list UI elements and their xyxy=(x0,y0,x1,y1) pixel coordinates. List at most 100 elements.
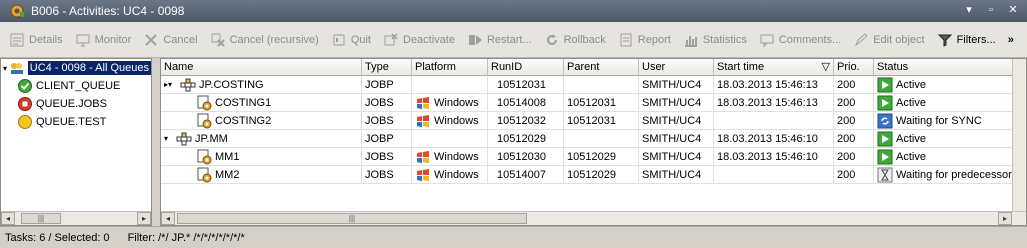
cell-prio: 200 xyxy=(834,148,874,166)
quit-button[interactable]: Quit xyxy=(328,28,374,52)
column-header-type[interactable]: Type xyxy=(362,59,412,76)
queues-icon xyxy=(10,63,23,74)
cell-start xyxy=(714,166,834,184)
restore-button[interactable]: ▫ xyxy=(983,3,999,18)
report-button[interactable]: Report xyxy=(615,28,674,52)
job-icon xyxy=(197,167,212,182)
expand-toggle[interactable]: ▸▾ xyxy=(164,76,178,93)
runid-value: 10514007 xyxy=(497,168,546,181)
cell-name: COSTING2 xyxy=(161,112,362,130)
toolbar-overflow-button[interactable]: » xyxy=(1005,28,1017,52)
toolbar-button-label: Details xyxy=(29,33,63,46)
toolbar-button-label: Quit xyxy=(350,33,371,46)
tree-item[interactable]: QUEUE.TEST xyxy=(1,113,151,131)
column-header-parent[interactable]: Parent xyxy=(564,59,639,76)
cell-user: SMITH/UC4 xyxy=(639,94,714,112)
parent-value: 10512029 xyxy=(567,150,616,163)
active-icon xyxy=(877,95,893,110)
grid-vertical-scrollbar[interactable] xyxy=(1012,59,1026,211)
scroll-thumb[interactable]: ||| xyxy=(21,213,61,224)
column-header-name[interactable]: Name xyxy=(161,59,362,76)
cell-type: JOBS xyxy=(362,94,412,112)
panel-splitter[interactable] xyxy=(152,58,160,226)
table-row[interactable]: COSTING2 JOBS Windows 10512032 10512031 SMITH… xyxy=(161,112,1014,130)
cancel-button[interactable]: Cancel xyxy=(140,28,200,52)
start-value: 18.03.2013 15:46:10 xyxy=(717,132,818,145)
sync-icon xyxy=(877,113,893,128)
column-header-platform[interactable]: Platform xyxy=(412,59,488,76)
edit-icon xyxy=(855,32,868,46)
grid-scroll-left-button[interactable]: ◂ xyxy=(161,212,175,225)
name-value: JP.MM xyxy=(195,132,228,145)
grid-scroll-right-button[interactable]: ▸ xyxy=(998,212,1012,225)
cancel-recursive-button[interactable]: Cancel (recursive) xyxy=(207,28,322,52)
filters-button[interactable]: Filters... xyxy=(934,28,999,52)
status-value: Active xyxy=(896,96,926,109)
runid-value: 10512032 xyxy=(497,114,546,127)
tree-item-label: CLIENT_QUEUE xyxy=(36,80,121,92)
tree-item[interactable]: QUEUE.JOBS xyxy=(1,95,151,113)
table-row[interactable]: ▾ JP.MM JOBP 10512029 SMITH/UC4 18.03.2013 15… xyxy=(161,130,1014,148)
workflow-icon xyxy=(176,132,192,145)
windows-icon xyxy=(417,96,429,109)
monitor-button[interactable]: Monitor xyxy=(72,28,135,52)
cell-status: Waiting for SYNC xyxy=(874,112,1014,130)
toolbar-button-label: Cancel xyxy=(163,33,198,46)
cancel-recursive-icon xyxy=(211,33,225,47)
restart-button[interactable]: Restart... xyxy=(464,28,535,52)
cell-parent: 10512031 xyxy=(564,94,639,112)
column-header-runid[interactable]: RunID xyxy=(488,59,564,76)
grid-scroll-thumb[interactable]: ||| xyxy=(177,213,527,224)
title-bar: B006 - Activities: UC4 - 0098 ▾ ▫ ✕ xyxy=(0,0,1027,22)
table-row[interactable]: COSTING1 JOBS Windows 10514008 10512031 SMITH… xyxy=(161,94,1014,112)
minimize-button[interactable]: ▾ xyxy=(961,3,977,18)
cell-user: SMITH/UC4 xyxy=(639,166,714,184)
prio-value: 200 xyxy=(837,78,856,91)
tree-item[interactable]: ▾ UC4 - 0098 - All Queues xyxy=(1,59,151,77)
cell-start xyxy=(714,112,834,130)
column-header-status[interactable]: Status xyxy=(874,59,1014,76)
job-icon xyxy=(197,149,212,164)
toolbar-button-label: Comments... xyxy=(778,33,842,46)
statistics-button[interactable]: Statistics xyxy=(680,28,750,52)
cell-user: SMITH/UC4 xyxy=(639,148,714,166)
scroll-right-button[interactable]: ▸ xyxy=(137,212,151,225)
deactivate-button[interactable]: Deactivate xyxy=(380,28,458,52)
parent-value: 10512031 xyxy=(567,114,616,127)
monitor-icon xyxy=(76,34,90,46)
cell-start: 18.03.2013 15:46:10 xyxy=(714,130,834,148)
column-header-user[interactable]: User xyxy=(639,59,714,76)
details-button[interactable]: Details xyxy=(6,28,66,52)
rollback-button[interactable]: Rollback xyxy=(541,28,609,52)
column-header-prio[interactable]: Prio. xyxy=(834,59,874,76)
yellow-circle-icon xyxy=(18,115,32,129)
table-row[interactable]: ▸▾ JP.COSTING JOBP 10512031 SMITH/UC4 18.03.2… xyxy=(161,76,1014,94)
cancel-icon xyxy=(145,33,158,46)
edit-object-button[interactable]: Edit object xyxy=(850,28,927,52)
grid-horizontal-scrollbar[interactable]: ◂ ||| ▸ xyxy=(161,211,1026,225)
prio-value: 200 xyxy=(837,96,856,109)
status-value: Active xyxy=(896,78,926,91)
scroll-left-button[interactable]: ◂ xyxy=(1,212,15,225)
status-value: Waiting for predecessor xyxy=(896,168,1012,181)
table-row[interactable]: MM2 JOBS Windows 10514007 10512029 SMITH/UC4 2… xyxy=(161,166,1014,184)
comments-button[interactable]: Comments... xyxy=(756,28,844,52)
runid-value: 10512031 xyxy=(497,78,546,91)
column-header-start[interactable]: Start time ▽ xyxy=(714,59,834,76)
cell-type: JOBP xyxy=(362,130,412,148)
toolbar: Details Monitor Cancel Cancel (recursive) Qu… xyxy=(0,22,1027,58)
expand-toggle[interactable]: ▾ xyxy=(164,130,174,147)
sort-descending-icon: ▽ xyxy=(821,61,830,73)
table-row[interactable]: MM1 JOBS Windows 10512030 10512029 SMITH/UC4 1… xyxy=(161,148,1014,166)
cell-runid: 10514007 xyxy=(488,166,564,184)
toolbar-button-label: Restart... xyxy=(486,33,532,46)
tree-item[interactable]: CLIENT_QUEUE xyxy=(1,77,151,95)
close-button[interactable]: ✕ xyxy=(1005,3,1021,18)
start-value: 18.03.2013 15:46:10 xyxy=(717,150,818,163)
activities-grid: Name Type Platform RunID Parent User Start tim… xyxy=(160,58,1027,226)
tree-horizontal-scrollbar[interactable]: ◂ ||| ▸ xyxy=(1,211,151,225)
user-value: SMITH/UC4 xyxy=(642,78,702,91)
name-value: COSTING1 xyxy=(215,96,272,109)
toolbar-button-label: Report xyxy=(637,33,671,46)
cell-start: 18.03.2013 15:46:13 xyxy=(714,94,834,112)
